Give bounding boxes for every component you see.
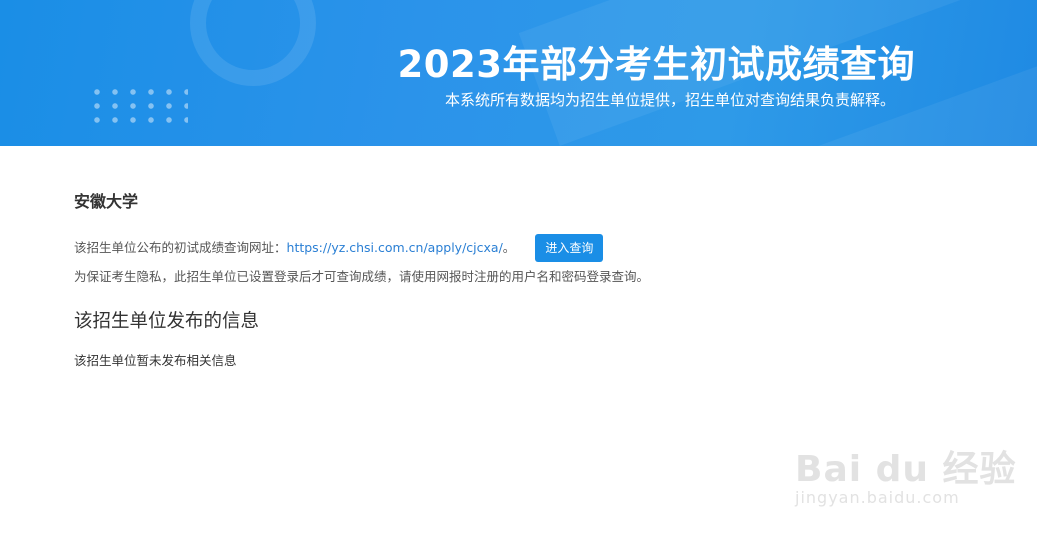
info-section-body: 该招生单位暂未发布相关信息 [74,353,237,368]
header-banner: 2023年部分考生初试成绩查询 本系统所有数据均为招生单位提供，招生单位对查询结… [0,0,1037,146]
query-url-label: 该招生单位公布的初试成绩查询网址： [74,240,287,255]
page-title: 2023年部分考生初试成绩查询 [397,43,915,86]
banner-decor-dots [88,85,188,131]
query-url-line: 该招生单位公布的初试成绩查询网址：https://yz.chsi.com.cn/… [74,234,604,262]
query-url-link[interactable]: https://yz.chsi.com.cn/apply/cjcxa/ [287,240,503,255]
main-content: 安徽大学 该招生单位公布的初试成绩查询网址：https://yz.chsi.co… [74,190,974,368]
enter-query-button[interactable]: 进入查询 [535,234,604,262]
school-name: 安徽大学 [74,192,139,211]
page-subtitle: 本系统所有数据均为招生单位提供，招生单位对查询结果负责解释。 [444,91,895,109]
watermark-logo: Bai du 经验 [795,449,1017,490]
banner-decor-ring [190,0,316,86]
query-url-suffix: 。 [502,240,516,255]
info-section-title: 该招生单位发布的信息 [74,311,260,332]
privacy-note: 为保证考生隐私，此招生单位已设置登录后才可查询成绩，请使用网报时注册的用户名和密… [74,269,650,284]
baidu-jingyan-watermark: Bai du 经验 jingyan.baidu.com [795,440,1017,507]
